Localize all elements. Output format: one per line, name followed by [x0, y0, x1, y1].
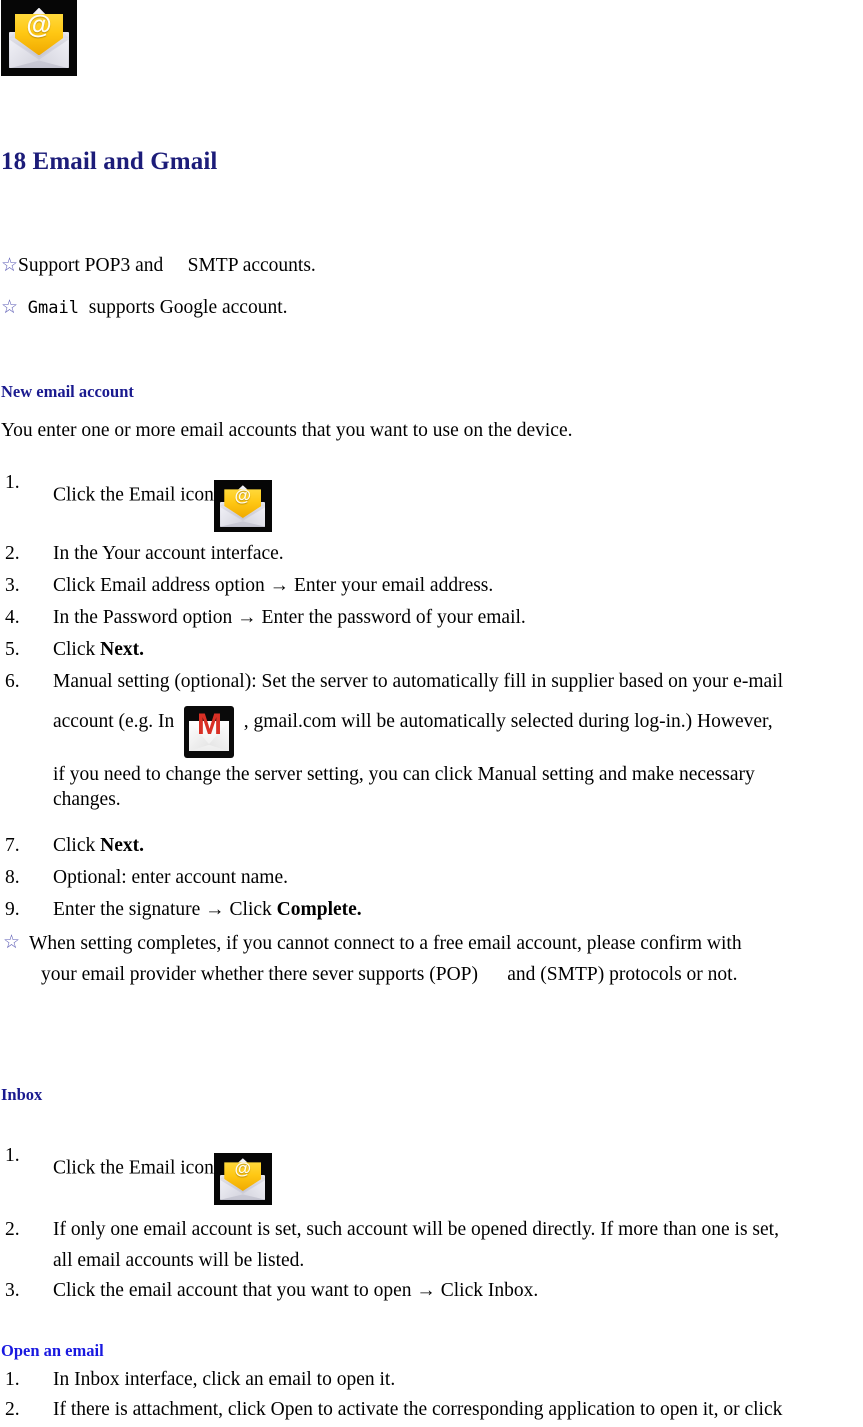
list-item-text: Click Next.	[53, 835, 144, 856]
at-symbol-glyph: @	[26, 8, 52, 39]
list-item-number: 7.	[5, 835, 20, 856]
list-item: 5. Click Next.	[5, 637, 825, 662]
list-item-text: Click the Email icon @	[53, 1143, 705, 1205]
bold-keyword: Complete.	[276, 899, 362, 920]
list-item: 8. Optional: enter account name.	[5, 865, 825, 890]
list-item: 1. In Inbox interface, click an email to…	[5, 1367, 863, 1392]
list-item-text: If only one email account is set, such a…	[53, 1214, 863, 1276]
list-item: 4. In the Password option → Enter the pa…	[5, 605, 825, 630]
intro-bullet-pop3: ☆Support POP3 and SMTP accounts.	[1, 256, 316, 276]
list-item-number: 1.	[5, 1369, 20, 1390]
list-item-number: 9.	[5, 899, 20, 920]
email-app-icon[interactable]: @	[213, 480, 272, 532]
email-app-icon[interactable]: @	[213, 1153, 272, 1205]
step6-line4: changes.	[53, 789, 121, 810]
intro-bullet-gmail: ☆ Gmail supports Google account.	[1, 298, 288, 318]
note-line-1: When setting completes, if you cannot co…	[29, 933, 742, 954]
list-item-number: 2.	[5, 1399, 20, 1420]
list-item-text: Enter the signature → Click Complete.	[53, 899, 362, 920]
intro-bullet-gmail-text: supports Google account.	[88, 297, 288, 318]
star-icon: ☆	[1, 296, 19, 318]
list-item-number: 3.	[5, 1280, 20, 1301]
list-item: 2. In the Your account interface.	[5, 541, 825, 566]
list-item: 2. If only one email account is set, suc…	[5, 1214, 863, 1276]
heading-inbox: Inbox	[1, 1085, 43, 1104]
bold-keyword: Next.	[100, 835, 144, 856]
list-item-text: If there is attachment, click Open to ac…	[53, 1399, 783, 1420]
intro-bullet-pop3-text: Support POP3 and SMTP accounts.	[18, 255, 316, 276]
list-item-number: 3.	[5, 575, 20, 596]
list-item: 9. Enter the signature → Click Complete.	[5, 897, 825, 922]
at-symbol-glyph: @	[234, 1159, 252, 1179]
gmail-app-icon[interactable]: M	[184, 705, 235, 758]
list-item: 6. Manual setting (optional): Set the se…	[5, 669, 863, 812]
page-title: 18 Email and Gmail	[1, 148, 218, 175]
list-item-text: Click Next.	[53, 639, 144, 660]
at-symbol-glyph: @	[234, 486, 252, 506]
list-item-number: 4.	[5, 607, 20, 628]
note-line-2: your email provider whether there sever …	[41, 964, 738, 985]
list-item-text: Click Email address option → Enter your …	[53, 575, 494, 596]
heading-new-email-account: New email account	[1, 382, 134, 401]
new-email-account-intro: You enter one or more email accounts tha…	[1, 420, 573, 441]
list-item-text: In the Your account interface.	[53, 543, 284, 564]
list-item-text: Optional: enter account name.	[53, 867, 288, 888]
list-item: 2. If there is attachment, click Open to…	[5, 1397, 863, 1422]
list-item-text: Click the Email icon @	[53, 470, 705, 532]
star-icon: ☆	[3, 931, 21, 953]
list-item: 3. Click Email address option → Enter yo…	[5, 573, 825, 598]
list-item-text: Click the email account that you want to…	[53, 1280, 539, 1301]
step2-line1: If only one email account is set, such a…	[53, 1219, 779, 1240]
list-item-number: 8.	[5, 867, 20, 888]
step6-line3: if you need to change the server setting…	[53, 764, 755, 785]
list-item: 1. Click the Email icon @	[5, 470, 705, 532]
list-item-number: 6.	[5, 671, 20, 692]
star-icon: ☆	[1, 254, 19, 276]
list-item-number: 5.	[5, 639, 20, 660]
gmail-word: Gmail	[27, 298, 79, 318]
list-item: 7. Click Next.	[5, 833, 825, 858]
list-item-number: 1.	[5, 1145, 20, 1166]
document-page: @ 18 Email and Gmail ☆Support POP3 and S…	[0, 0, 863, 1427]
step2-line2: all email accounts will be listed.	[53, 1250, 305, 1271]
email-app-icon: @	[1, 0, 77, 76]
list-item-text: Manual setting (optional): Set the serve…	[53, 669, 863, 812]
list-item: 1. Click the Email icon @	[5, 1143, 705, 1205]
gmail-m-glyph: M	[197, 707, 222, 741]
list-item-text: In the Password option → Enter the passw…	[53, 607, 526, 628]
list-item-text: In Inbox interface, click an email to op…	[53, 1369, 396, 1390]
step6-line2: account (e.g. In M , gmail.com will be a…	[53, 694, 863, 758]
heading-open-an-email: Open an email	[1, 1341, 104, 1360]
list-item-number: 2.	[5, 1219, 20, 1240]
list-item: 3. Click the email account that you want…	[5, 1278, 825, 1303]
list-item-number: 2.	[5, 543, 20, 564]
bold-keyword: Next.	[100, 639, 144, 660]
list-item-number: 1.	[5, 472, 20, 493]
new-email-account-note: ☆ When setting completes, if you cannot …	[3, 928, 858, 990]
step6-line1: Manual setting (optional): Set the serve…	[53, 671, 783, 692]
